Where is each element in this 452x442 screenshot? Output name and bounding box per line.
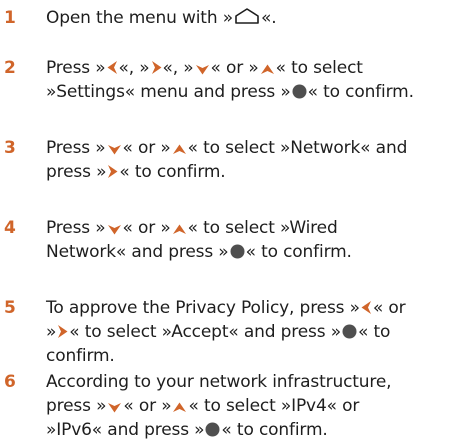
step-line: Open the menu with » «. xyxy=(46,6,448,30)
step-line: press » « or » « to select »IPv4« or xyxy=(46,394,448,418)
arrow-up-icon xyxy=(260,64,275,75)
arrow-right-icon xyxy=(151,60,162,75)
arrow-right-icon xyxy=(107,164,118,179)
arrow-down-icon xyxy=(195,64,210,75)
text-segment: «, » xyxy=(162,58,194,78)
text-segment: « to xyxy=(357,322,391,342)
step-line: Press » « or » « to select »Wired xyxy=(46,216,448,240)
text-segment: « or » xyxy=(123,396,172,416)
step-line: »Settings« menu and press » « to confirm. xyxy=(46,80,448,104)
instruction-steps: 1 Open the menu with » «. 2 Press » «, » «, » «… xyxy=(0,0,452,440)
text-segment: Press » xyxy=(46,58,106,78)
step-text: Press » « or » « to select »Network« and pr… xyxy=(46,136,448,184)
step-number: 1 xyxy=(4,8,16,28)
step-number: 3 xyxy=(4,138,16,158)
step-line: To approve the Privacy Policy, press » « … xyxy=(46,296,448,320)
arrow-up-icon xyxy=(172,144,187,155)
text-segment: « to select xyxy=(275,58,363,78)
ok-icon xyxy=(230,244,245,259)
text-segment: To approve the Privacy Policy, press » xyxy=(46,298,360,318)
text-segment: »IPv6« and press » xyxy=(46,420,205,440)
arrow-up-icon xyxy=(172,224,187,235)
text-segment: « to select »Wired xyxy=(187,218,338,238)
step-text: Open the menu with » «. xyxy=(46,6,448,30)
text-segment: Open the menu with » xyxy=(46,8,233,28)
arrow-down-icon xyxy=(107,144,122,155)
text-segment: « or » xyxy=(210,58,259,78)
arrow-left-icon xyxy=(361,300,372,315)
text-segment: « to select »IPv4« or xyxy=(188,396,360,416)
text-segment: »Settings« menu and press » xyxy=(46,82,291,102)
step-number: 5 xyxy=(4,298,16,318)
home-icon xyxy=(234,7,260,25)
text-segment: « or » xyxy=(122,218,171,238)
step-text: Press » « or » « to select »Wired Network« … xyxy=(46,216,448,264)
text-segment: Press » xyxy=(46,218,106,238)
step-number: 6 xyxy=(4,372,16,392)
step-line: press » « to confirm. xyxy=(46,160,448,184)
text-segment: « to confirm. xyxy=(119,162,226,182)
ok-icon xyxy=(342,324,357,339)
text-segment: press » xyxy=(46,162,107,182)
step-line: Press » « or » « to select »Network« and xyxy=(46,136,448,160)
text-segment: Press » xyxy=(46,138,106,158)
step-number: 4 xyxy=(4,218,16,238)
step-line: Press » «, » «, » « or » « to select xyxy=(46,56,448,80)
text-segment: « or » xyxy=(122,138,171,158)
text-segment: « to select »Accept« and press » xyxy=(69,322,341,342)
text-segment: «. xyxy=(260,8,277,28)
text-segment: « to confirm. xyxy=(307,82,414,102)
arrow-down-icon xyxy=(107,224,122,235)
step-line: »IPv6« and press » « to confirm. xyxy=(46,418,448,442)
step-text: According to your network infrastructure… xyxy=(46,370,448,442)
ok-icon xyxy=(205,422,220,437)
step-line: confirm. xyxy=(46,344,448,368)
text-segment: According to your network infrastructure… xyxy=(46,372,392,392)
text-segment: « to confirm. xyxy=(245,242,352,262)
ok-icon xyxy=(292,84,307,99)
step-text: Press » «, » «, » « or » « to select »Setting… xyxy=(46,56,448,104)
text-segment: confirm. xyxy=(46,346,115,366)
arrow-down-icon xyxy=(107,402,122,413)
text-segment: Network« and press » xyxy=(46,242,229,262)
text-segment: « or xyxy=(372,298,406,318)
step-line: » « to select »Accept« and press » « to xyxy=(46,320,448,344)
arrow-right-icon xyxy=(57,324,68,339)
step-text: To approve the Privacy Policy, press » « … xyxy=(46,296,448,368)
step-line: Network« and press » « to confirm. xyxy=(46,240,448,264)
step-line: According to your network infrastructure… xyxy=(46,370,448,394)
text-segment: « to select »Network« and xyxy=(187,138,408,158)
text-segment: » xyxy=(46,322,57,342)
arrow-left-icon xyxy=(107,60,118,75)
text-segment: « to confirm. xyxy=(221,420,328,440)
text-segment: press » xyxy=(46,396,107,416)
step-number: 2 xyxy=(4,58,16,78)
text-segment: «, » xyxy=(118,58,150,78)
arrow-up-icon xyxy=(172,402,187,413)
